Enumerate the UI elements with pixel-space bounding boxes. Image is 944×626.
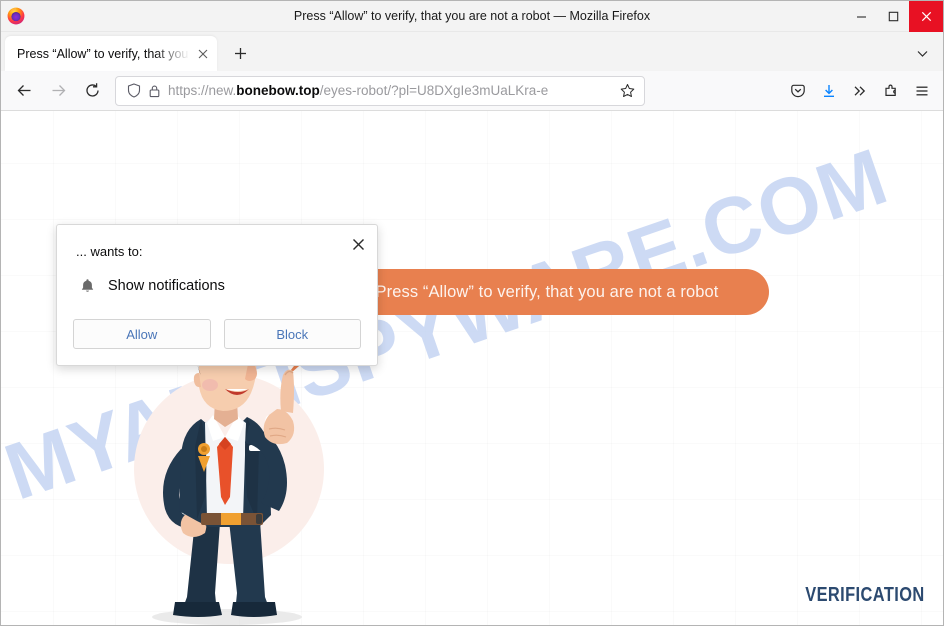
- hamburger-menu-icon[interactable]: [906, 76, 937, 106]
- popup-actions: Allow Block: [73, 319, 361, 349]
- browser-window: Press “Allow” to verify, that you are no…: [0, 0, 944, 626]
- popup-permission-row: Show notifications: [76, 275, 361, 297]
- star-icon[interactable]: [616, 80, 638, 102]
- close-window-button[interactable]: [909, 1, 943, 32]
- block-button[interactable]: Block: [223, 319, 361, 349]
- pocket-icon[interactable]: [782, 76, 813, 106]
- shield-icon[interactable]: [124, 81, 144, 101]
- reload-button[interactable]: [75, 76, 109, 106]
- bell-icon: [76, 275, 98, 297]
- lock-icon[interactable]: [144, 81, 164, 101]
- firefox-logo: [7, 7, 25, 25]
- overflow-chevrons-icon[interactable]: [844, 76, 875, 106]
- tab-title: Press “Allow” to verify, that you are no…: [17, 46, 193, 61]
- url-prefix: https://new.: [168, 83, 237, 98]
- verification-label: VERIFICATION: [805, 584, 925, 606]
- url-text[interactable]: https://new.bonebow.top/eyes-robot/?pl=U…: [168, 83, 616, 98]
- popup-host-text: ... wants to:: [76, 244, 143, 259]
- new-tab-button[interactable]: [225, 38, 255, 68]
- tab-strip: Press “Allow” to verify, that you are no…: [1, 32, 943, 71]
- minimize-button[interactable]: [845, 1, 877, 32]
- extensions-icon[interactable]: [875, 76, 906, 106]
- popup-close-icon[interactable]: [347, 233, 369, 255]
- window-title: Press “Allow” to verify, that you are no…: [293, 9, 651, 23]
- maximize-button[interactable]: [877, 1, 909, 32]
- url-host: bonebow.top: [236, 83, 320, 98]
- back-button[interactable]: [7, 76, 41, 106]
- notification-permission-popup: ... wants to: Show notifications Allow B…: [56, 224, 378, 366]
- browser-tab-active[interactable]: Press “Allow” to verify, that you are no…: [5, 36, 217, 71]
- download-icon[interactable]: [813, 76, 844, 106]
- forward-button[interactable]: [41, 76, 75, 106]
- navigation-toolbar: https://new.bonebow.top/eyes-robot/?pl=U…: [1, 71, 943, 111]
- window-controls: [845, 1, 943, 32]
- tab-close-icon[interactable]: [193, 44, 213, 64]
- url-path: /eyes-robot/?pl=U8DXgIe3mUaLKra-e: [319, 83, 549, 98]
- list-all-tabs-icon[interactable]: [907, 38, 937, 68]
- title-bar: Press “Allow” to verify, that you are no…: [1, 1, 943, 32]
- popup-permission-label: Show notifications: [108, 278, 225, 294]
- url-bar[interactable]: https://new.bonebow.top/eyes-robot/?pl=U…: [115, 75, 645, 106]
- page-content: MYANTISPYWARE.COM Press “Allow” to verif…: [1, 111, 943, 625]
- toolbar-actions: [782, 76, 937, 106]
- allow-button[interactable]: Allow: [73, 319, 211, 349]
